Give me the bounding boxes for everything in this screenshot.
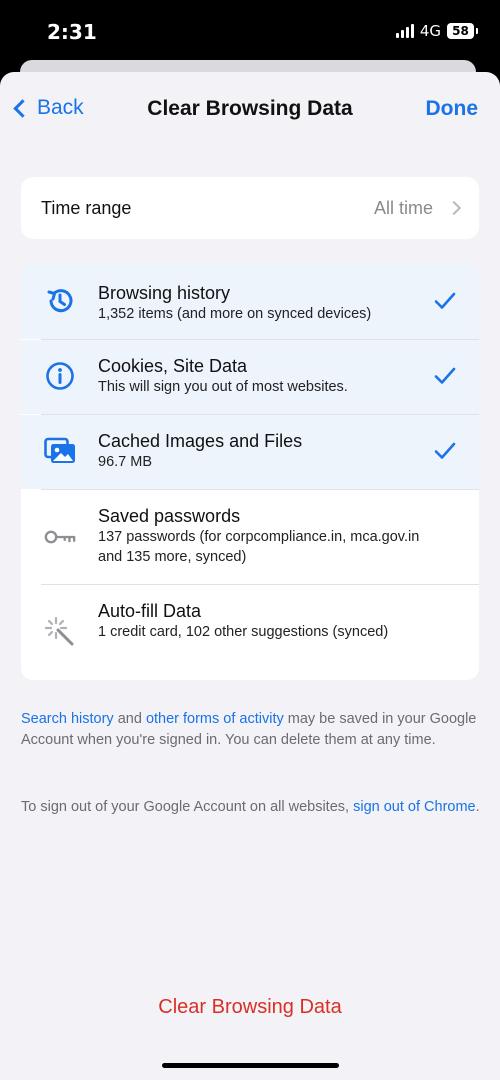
list-item-saved-passwords[interactable]: Saved passwords 137 passwords (for corpc… (21, 490, 479, 584)
item-title: Auto-fill Data (98, 601, 202, 621)
search-history-link[interactable]: Search history (21, 711, 114, 727)
item-subtitle: 1,352 items (and more on synced devices) (98, 306, 372, 322)
item-subtitle: This will sign you out of most websites. (98, 379, 348, 395)
item-title: Cookies, Site Data (98, 356, 248, 376)
key-icon (43, 520, 77, 554)
clear-browsing-data-button[interactable]: Clear Browsing Data (0, 996, 500, 1019)
checkmark-icon (434, 367, 456, 384)
footer-text-part: and (113, 711, 146, 727)
history-icon (43, 284, 77, 318)
item-subtitle: 137 passwords (for corpcompliance.in, mc… (98, 529, 420, 565)
status-time: 2:31 (47, 20, 97, 44)
activity-info-text: Search history and other forms of activi… (21, 709, 481, 750)
sign-out-link[interactable]: sign out of Chrome (353, 799, 476, 815)
list-item-cookies[interactable]: Cookies, Site Data This will sign you ou… (21, 340, 479, 414)
data-types-list: Browsing history 1,352 items (and more o… (21, 264, 479, 680)
home-indicator[interactable] (162, 1063, 339, 1068)
cellular-signal-icon (395, 24, 414, 38)
list-item-cached-images[interactable]: Cached Images and Files 96.7 MB (21, 415, 479, 489)
magic-wand-icon (43, 615, 77, 649)
back-button[interactable]: Back (10, 96, 84, 120)
network-type: 4G (419, 22, 441, 40)
checkmark-icon (434, 292, 456, 309)
chevron-right-icon (446, 200, 462, 216)
footer-text-part: To sign out of your Google Account on al… (21, 799, 354, 815)
images-icon (43, 434, 77, 468)
other-activity-link[interactable]: other forms of activity (146, 711, 284, 727)
battery-icon: 58 (447, 23, 478, 39)
time-range-label: Time range (41, 197, 132, 218)
navigation-bar: Back Clear Browsing Data Done (0, 96, 500, 126)
item-title: Browsing history (98, 283, 231, 303)
info-icon (43, 359, 77, 393)
list-item-autofill-data[interactable]: Auto-fill Data 1 credit card, 102 other … (21, 585, 479, 680)
checkmark-icon (434, 442, 456, 459)
item-title: Cached Images and Files (98, 431, 303, 451)
clear-browsing-data-sheet: Back Clear Browsing Data Done Time range… (0, 72, 500, 1080)
time-range-value: All time (373, 197, 433, 218)
item-subtitle: 1 credit card, 102 other suggestions (sy… (98, 624, 389, 640)
time-range-row[interactable]: Time range All time (21, 177, 479, 239)
footer-text-part: . (475, 799, 480, 815)
list-item-browsing-history[interactable]: Browsing history 1,352 items (and more o… (21, 264, 479, 339)
chevron-left-icon (13, 98, 32, 118)
status-indicators: 4G 58 (395, 22, 478, 40)
back-label: Back (37, 96, 84, 119)
done-button[interactable]: Done (426, 97, 479, 121)
sign-out-info-text: To sign out of your Google Account on al… (21, 797, 481, 818)
item-title: Saved passwords (98, 506, 241, 526)
item-subtitle: 96.7 MB (98, 454, 152, 470)
